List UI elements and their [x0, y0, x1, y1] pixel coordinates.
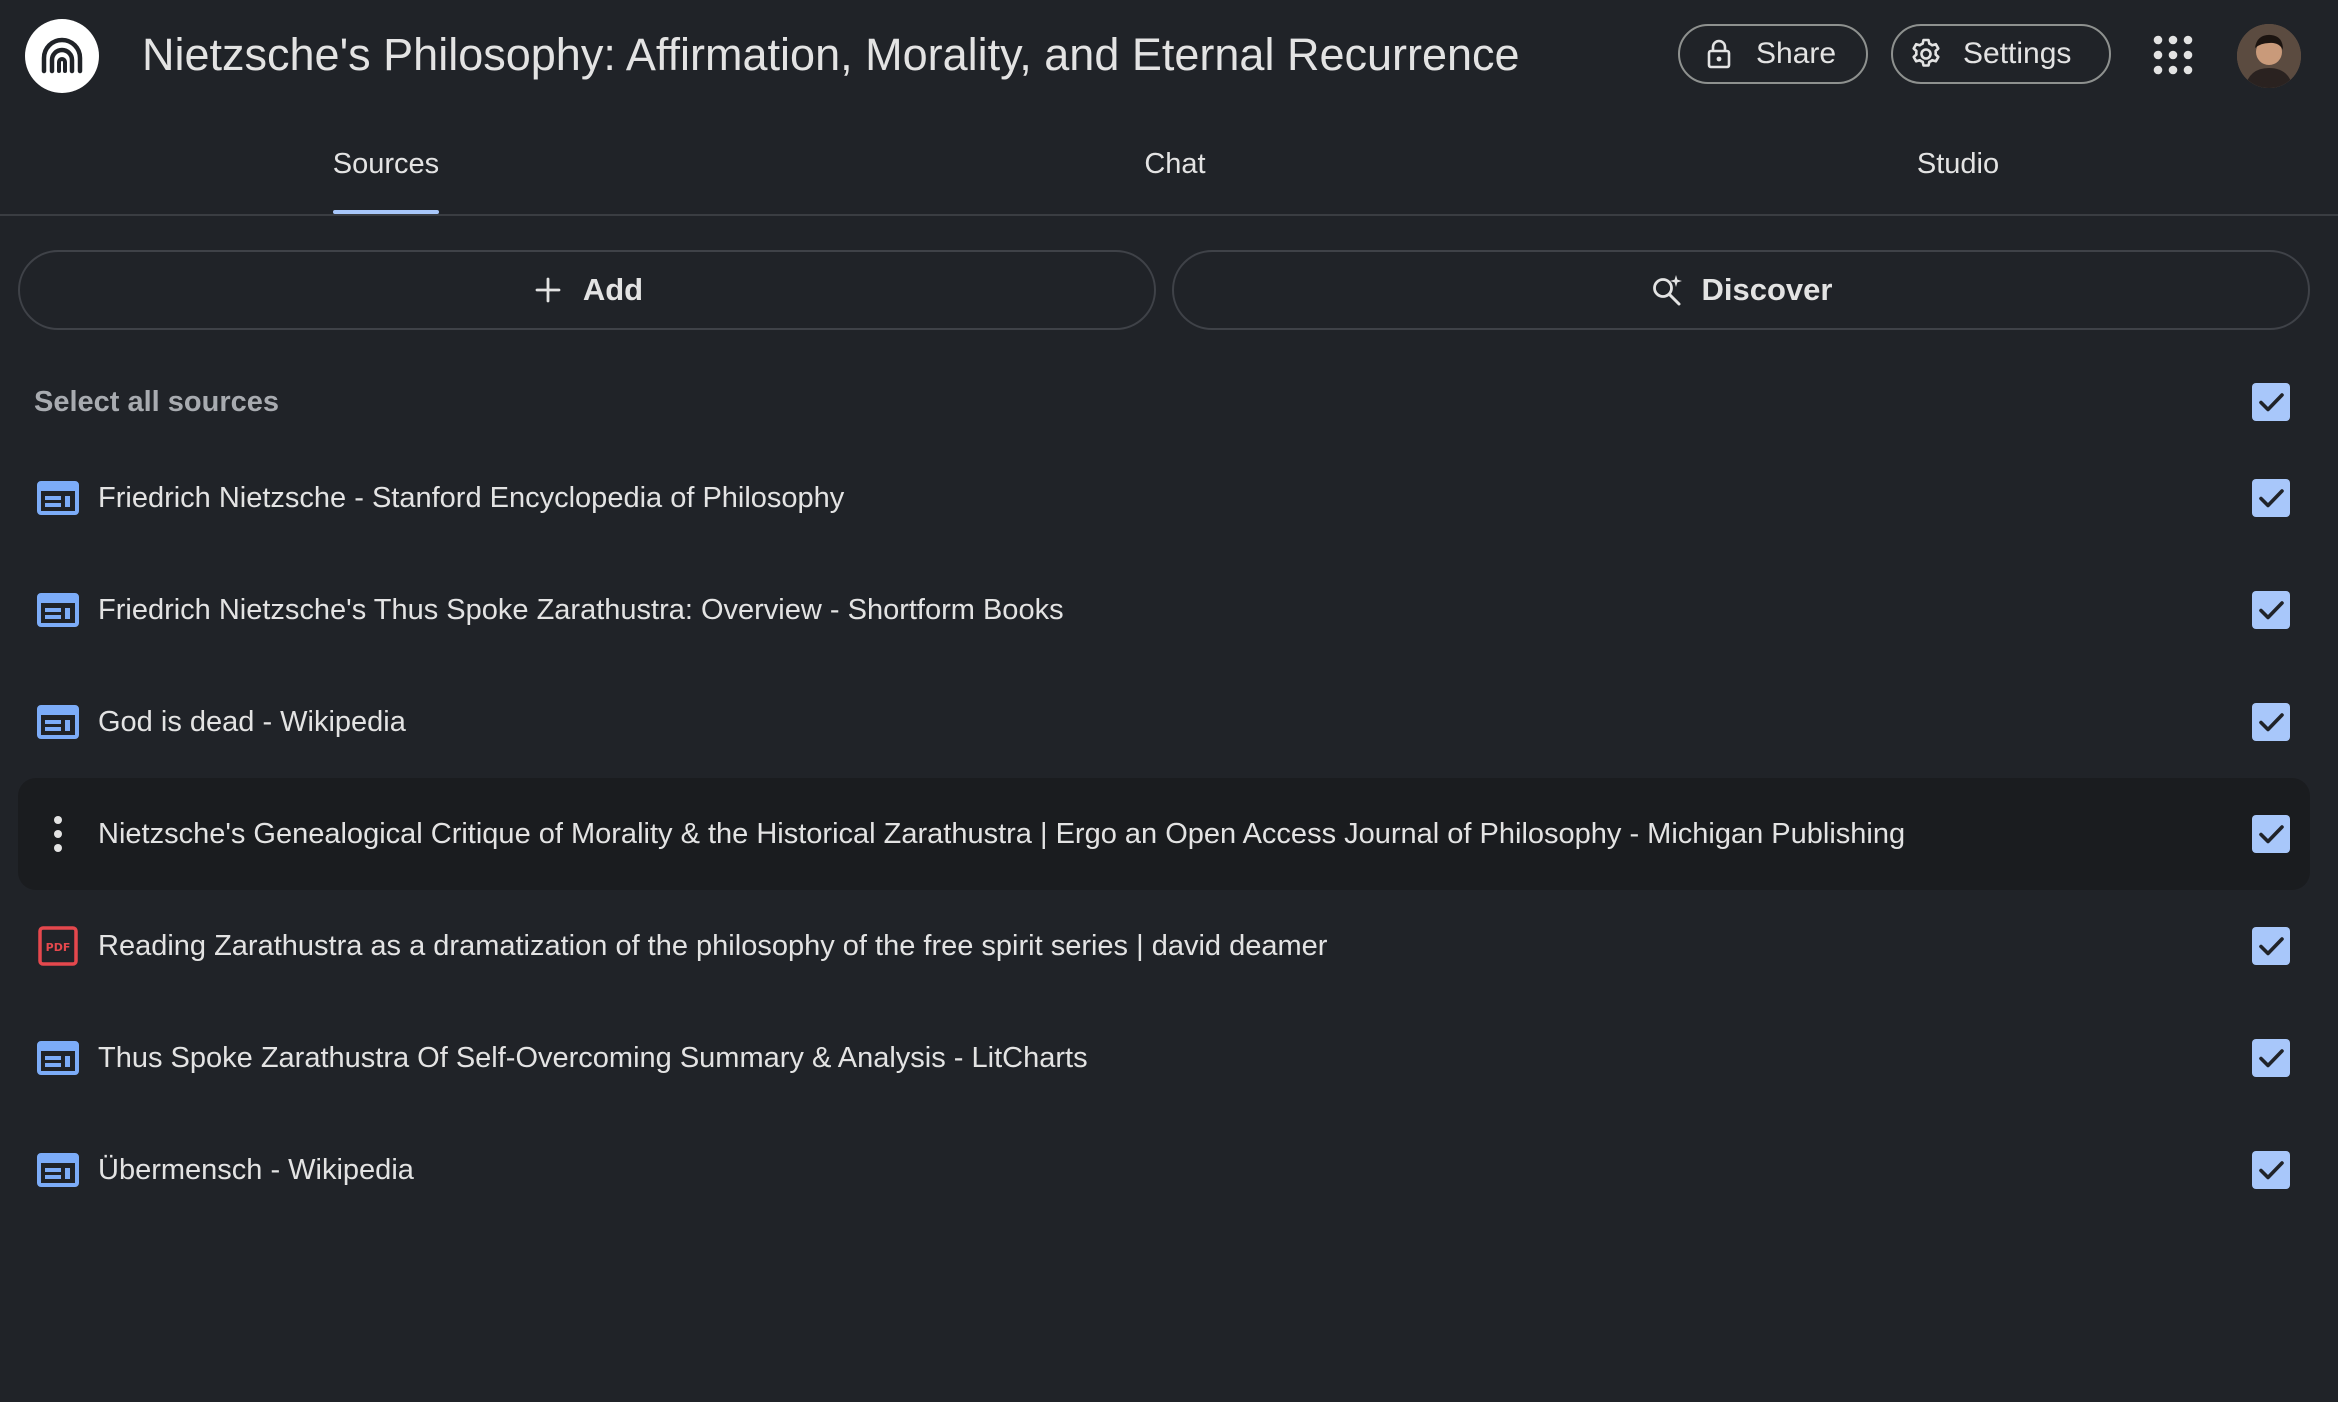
- add-button-label: Add: [583, 272, 643, 308]
- source-checkbox[interactable]: [2252, 1151, 2290, 1189]
- source-checkbox[interactable]: [2252, 591, 2290, 629]
- source-title: Reading Zarathustra as a dramatization o…: [98, 890, 1327, 1002]
- source-item[interactable]: PDF Reading Zarathustra as a dramatizati…: [18, 890, 2310, 1002]
- settings-button[interactable]: Settings: [1891, 24, 2111, 84]
- select-all-checkbox[interactable]: [2252, 383, 2290, 421]
- share-button[interactable]: Share: [1678, 24, 1868, 84]
- source-checkbox[interactable]: [2252, 927, 2290, 965]
- apps-grid-icon[interactable]: [2150, 32, 2196, 78]
- search-spark-icon: [1650, 273, 1684, 307]
- top-bar: Nietzsche's Philosophy: Affirmation, Mor…: [0, 0, 2338, 112]
- source-item[interactable]: Friedrich Nietzsche's Thus Spoke Zarathu…: [18, 554, 2310, 666]
- share-button-label: Share: [1756, 37, 1836, 71]
- add-source-button[interactable]: Add: [18, 250, 1156, 330]
- more-vert-icon[interactable]: [40, 810, 76, 858]
- settings-button-label: Settings: [1963, 37, 2071, 71]
- active-tab-indicator: [333, 210, 439, 214]
- web-page-icon: [36, 588, 80, 632]
- source-title: Nietzsche's Genealogical Critique of Mor…: [98, 778, 1905, 890]
- web-page-icon: [36, 1036, 80, 1080]
- main-tabs: Sources Chat Studio: [0, 112, 2338, 216]
- source-checkbox[interactable]: [2252, 1039, 2290, 1077]
- source-item[interactable]: God is dead - Wikipedia: [18, 666, 2310, 778]
- source-item[interactable]: Übermensch - Wikipedia: [18, 1114, 2310, 1226]
- notebook-logo-icon[interactable]: [25, 19, 99, 93]
- web-page-icon: [36, 1148, 80, 1192]
- svg-text:PDF: PDF: [46, 941, 71, 954]
- source-title: Friedrich Nietzsche - Stanford Encyclope…: [98, 442, 844, 554]
- source-checkbox[interactable]: [2252, 479, 2290, 517]
- source-checkbox[interactable]: [2252, 815, 2290, 853]
- tab-chat[interactable]: Chat: [772, 112, 1578, 216]
- source-title: God is dead - Wikipedia: [98, 666, 406, 778]
- web-page-icon: [36, 700, 80, 744]
- source-title: Friedrich Nietzsche's Thus Spoke Zarathu…: [98, 554, 1064, 666]
- plus-icon: [531, 273, 565, 307]
- select-all-label: Select all sources: [34, 368, 279, 436]
- user-avatar[interactable]: [2237, 24, 2301, 88]
- source-title: Übermensch - Wikipedia: [98, 1114, 414, 1226]
- discover-button-label: Discover: [1702, 272, 1833, 308]
- web-page-icon: [36, 476, 80, 520]
- gear-icon: [1909, 37, 1943, 71]
- lock-icon: [1702, 37, 1736, 71]
- source-item[interactable]: Friedrich Nietzsche - Stanford Encyclope…: [18, 442, 2310, 554]
- notebook-title[interactable]: Nietzsche's Philosophy: Affirmation, Mor…: [142, 24, 1520, 86]
- source-item[interactable]: Nietzsche's Genealogical Critique of Mor…: [18, 778, 2310, 890]
- tab-sources[interactable]: Sources: [0, 112, 772, 216]
- source-checkbox[interactable]: [2252, 703, 2290, 741]
- source-title: Thus Spoke Zarathustra Of Self-Overcomin…: [98, 1002, 1088, 1114]
- source-item[interactable]: Thus Spoke Zarathustra Of Self-Overcomin…: [18, 1002, 2310, 1114]
- discover-sources-button[interactable]: Discover: [1172, 250, 2310, 330]
- pdf-icon: PDF: [36, 924, 80, 968]
- select-all-sources-row[interactable]: Select all sources: [18, 368, 2310, 436]
- tab-studio[interactable]: Studio: [1578, 112, 2338, 216]
